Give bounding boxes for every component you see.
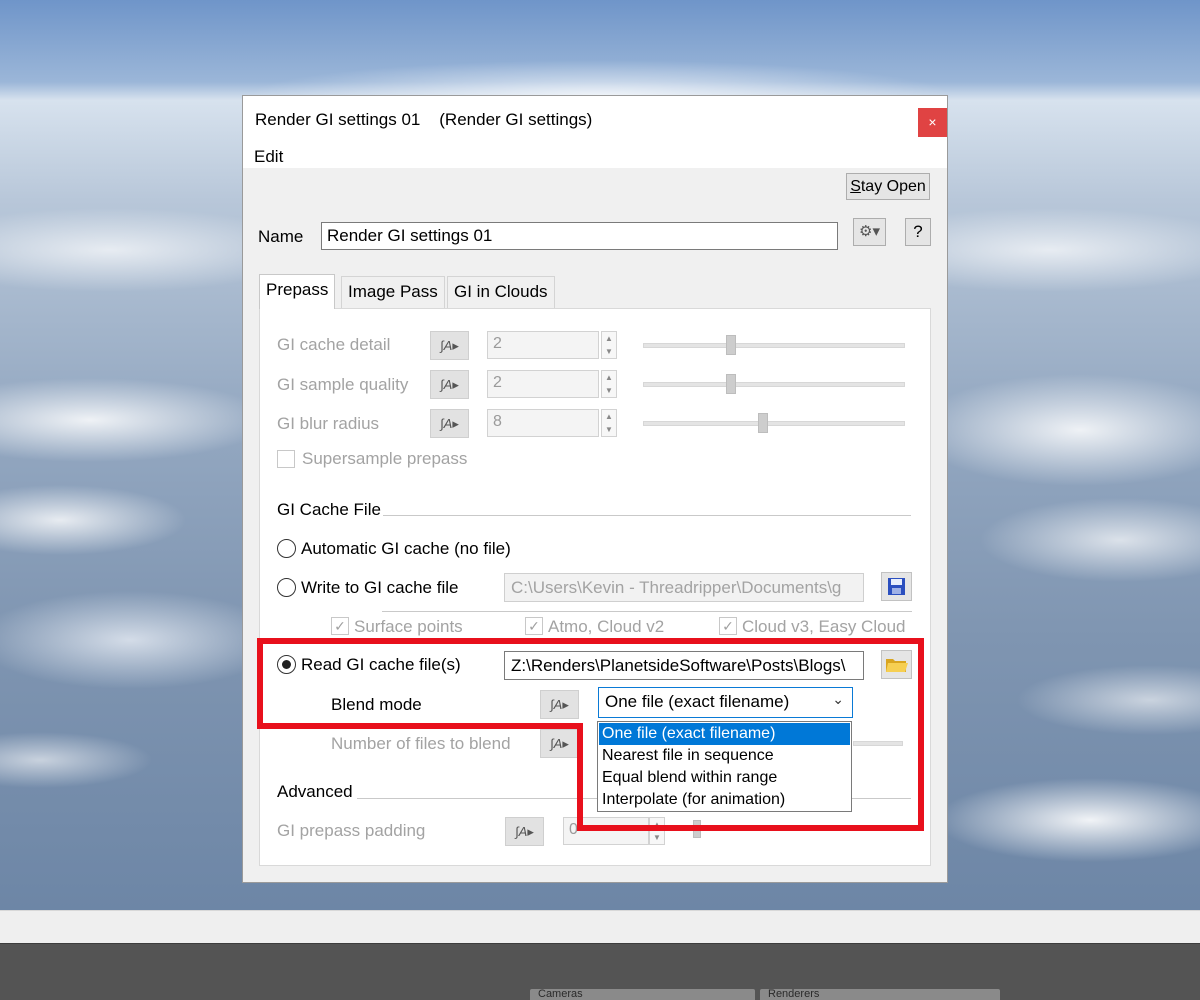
menu-item-edit[interactable]: Edit <box>254 147 283 167</box>
renderers-panel-label: Renderers <box>768 989 820 1000</box>
slider-thumb[interactable] <box>726 335 736 355</box>
gi-sample-quality-input[interactable]: 2 <box>487 370 599 398</box>
window-title: Render GI settings 01 (Render GI setting… <box>255 110 593 129</box>
gi-cache-detail-input[interactable]: 2 <box>487 331 599 359</box>
animate-icon[interactable]: ∫A▸ <box>505 817 544 846</box>
name-input[interactable] <box>321 222 838 250</box>
name-label: Name <box>258 227 304 246</box>
group-divider <box>382 611 912 612</box>
animate-icon[interactable]: ∫A▸ <box>430 409 469 438</box>
read-gi-cache-path[interactable]: Z:\Renders\PlanetsideSoftware\Posts\Blog… <box>504 651 864 680</box>
animate-icon[interactable]: ∫A▸ <box>540 729 579 758</box>
help-button[interactable]: ? <box>905 218 931 246</box>
number-of-files-slider[interactable] <box>853 741 903 746</box>
blend-mode-selected-value: One file (exact filename) <box>605 692 790 711</box>
tab-prepass[interactable]: Prepass <box>259 274 336 309</box>
tab-image-pass[interactable]: Image Pass <box>341 276 445 308</box>
surface-points-label: Surface points <box>354 617 463 636</box>
close-button[interactable]: × <box>918 108 947 137</box>
slider-thumb[interactable] <box>693 820 701 838</box>
gi-cache-detail-label: GI cache detail <box>277 335 391 354</box>
read-gi-cache-radio[interactable] <box>277 655 296 674</box>
save-icon-graphic <box>888 578 905 595</box>
dropdown-option[interactable]: Equal blend within range <box>599 767 850 789</box>
group-divider <box>383 515 911 516</box>
slider-thumb[interactable] <box>726 374 736 394</box>
spinner-arrows-icon[interactable]: ▲ ▼ <box>601 331 617 359</box>
gi-cache-file-group-label: GI Cache File <box>277 500 383 520</box>
gi-blur-radius-input[interactable]: 8 <box>487 409 599 437</box>
spinner-arrows-icon[interactable]: ▲ ▼ <box>649 817 665 845</box>
gi-prepass-padding-input[interactable]: 0 <box>563 817 649 845</box>
cameras-panel-label: Cameras <box>538 989 583 1000</box>
cloud-v3-easy-cloud-label: Cloud v3, Easy Cloud <box>742 617 906 636</box>
animate-icon[interactable]: ∫A▸ <box>430 331 469 360</box>
spinner-arrows-icon[interactable]: ▲ ▼ <box>601 370 617 398</box>
cameras-panel-tab[interactable]: Cameras <box>530 989 755 1000</box>
write-gi-cache-path[interactable]: C:\Users\Kevin - Threadripper\Documents\… <box>504 573 864 602</box>
automatic-gi-cache-label: Automatic GI cache (no file) <box>301 539 511 558</box>
surface-points-checkbox[interactable]: ✓ <box>331 617 349 635</box>
write-gi-cache-label: Write to GI cache file <box>301 578 459 597</box>
gi-cache-detail-slider[interactable] <box>643 343 905 348</box>
automatic-gi-cache-radio[interactable] <box>277 539 296 558</box>
gi-sample-quality-slider[interactable] <box>643 382 905 387</box>
stay-open-button[interactable]: Stay Open <box>846 173 930 200</box>
gi-sample-quality-label: GI sample quality <box>277 375 409 394</box>
gear-icon[interactable]: ⚙▾ <box>853 218 886 246</box>
atmo-cloud-v2-label: Atmo, Cloud v2 <box>548 617 665 636</box>
save-icon[interactable] <box>881 572 912 601</box>
tab-gi-in-clouds[interactable]: GI in Clouds <box>447 276 555 308</box>
dropdown-option[interactable]: Nearest file in sequence <box>599 745 850 767</box>
dropdown-option[interactable]: Interpolate (for animation) <box>599 789 850 811</box>
stay-open-label: tay Open <box>860 178 926 195</box>
cloud-v3-easy-cloud-checkbox[interactable]: ✓ <box>719 617 737 635</box>
folder-icon-graphic <box>886 659 908 672</box>
gi-blur-radius-slider[interactable] <box>643 421 905 426</box>
blend-mode-dropdown-list: One file (exact filename) Nearest file i… <box>597 721 852 812</box>
gi-blur-radius-label: GI blur radius <box>277 414 380 433</box>
write-gi-cache-radio[interactable] <box>277 578 296 597</box>
animate-icon[interactable]: ∫A▸ <box>540 690 579 719</box>
supersample-prepass-label: Supersample prepass <box>302 449 468 468</box>
gi-prepass-padding-label: GI prepass padding <box>277 821 426 840</box>
read-gi-cache-label: Read GI cache file(s) <box>301 655 461 674</box>
animate-icon[interactable]: ∫A▸ <box>430 370 469 399</box>
open-folder-icon[interactable] <box>881 650 912 679</box>
slider-thumb[interactable] <box>758 413 768 433</box>
atmo-cloud-v2-checkbox[interactable]: ✓ <box>525 617 543 635</box>
renderers-panel-tab[interactable]: Renderers <box>760 989 1000 1000</box>
spinner-arrows-icon[interactable]: ▲ ▼ <box>601 409 617 437</box>
dropdown-option[interactable]: One file (exact filename) <box>599 723 850 745</box>
menu-bar: Edit <box>243 146 947 168</box>
viewport-status-strip <box>0 910 1200 943</box>
chevron-down-icon: ⌄ <box>832 691 844 707</box>
stay-open-mnemonic: S <box>850 178 861 195</box>
supersample-prepass-checkbox[interactable] <box>277 450 295 468</box>
title-bar[interactable]: Render GI settings 01 (Render GI setting… <box>243 96 947 146</box>
advanced-group-label: Advanced <box>277 782 355 802</box>
number-of-files-label: Number of files to blend <box>331 734 511 753</box>
blend-mode-label: Blend mode <box>331 695 422 714</box>
blend-mode-select[interactable]: One file (exact filename) ⌄ <box>598 687 853 718</box>
